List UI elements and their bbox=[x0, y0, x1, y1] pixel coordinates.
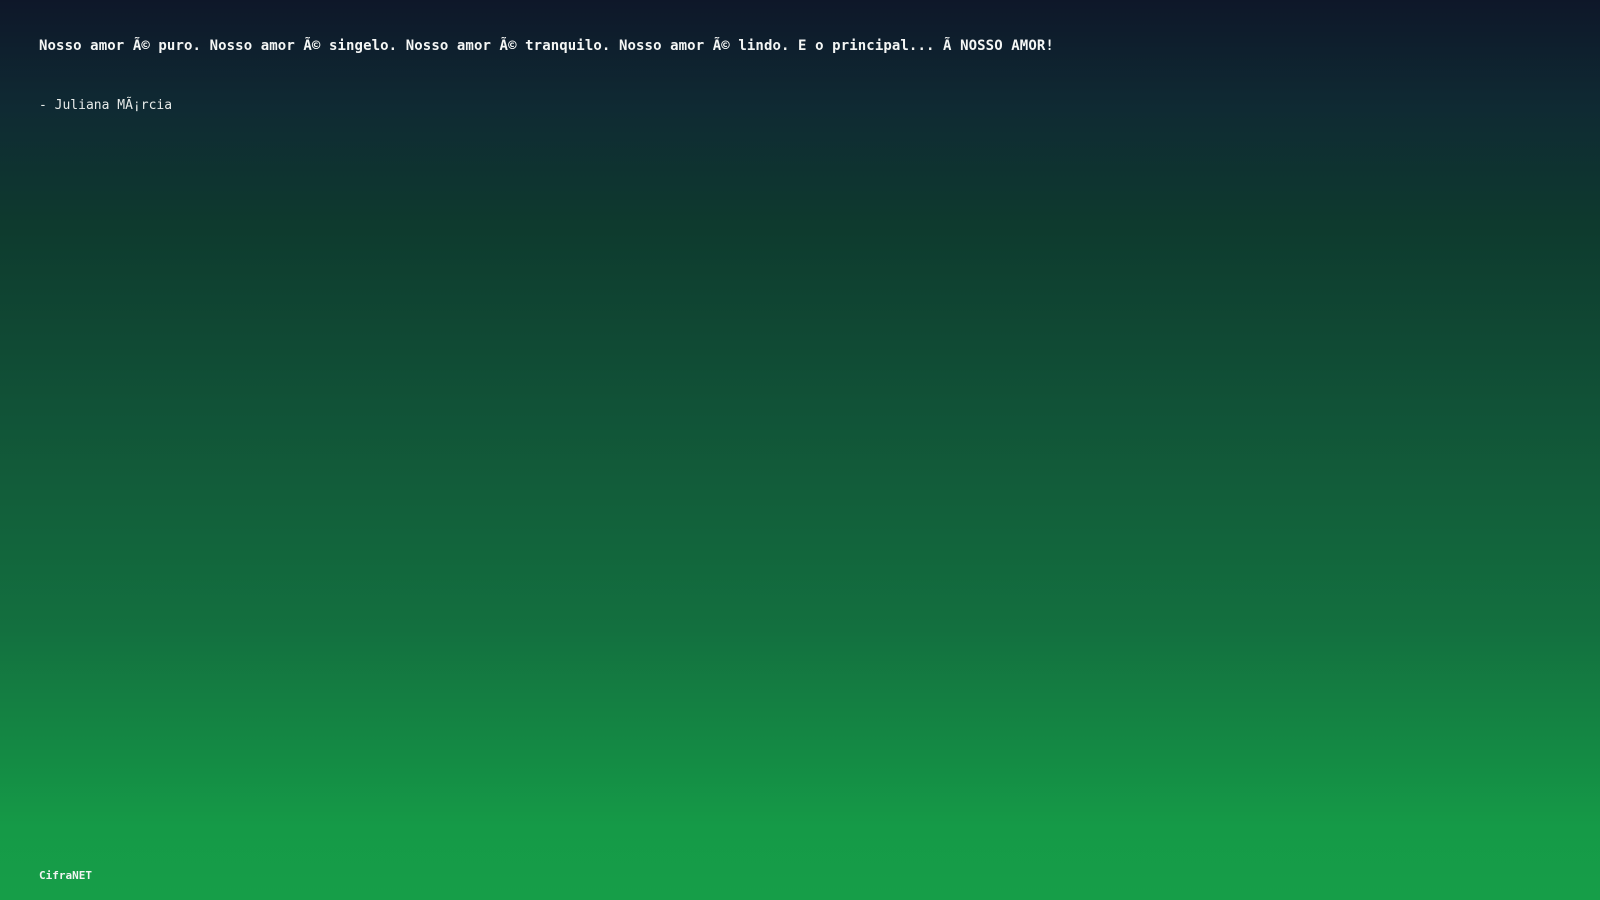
quote-author: - Juliana MÃ¡rcia bbox=[39, 98, 173, 113]
quote-text: Nosso amor Ã© puro. Nosso amor Ã© singel… bbox=[39, 38, 1054, 54]
page: { "quote": { "text": "Nosso amor Ã© puro… bbox=[0, 0, 1600, 900]
brand-label: CifraNET bbox=[39, 869, 92, 882]
